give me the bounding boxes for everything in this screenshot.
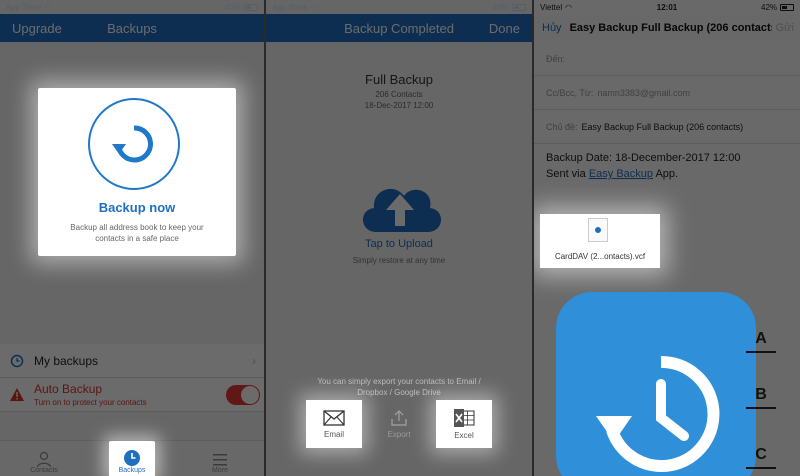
index-letter-a: A <box>746 330 776 353</box>
auto-backup-row: Auto Backup Turn on to protect your cont… <box>0 378 264 412</box>
easy-backup-link[interactable]: Easy Backup <box>589 168 653 180</box>
battery-percent: 43% <box>493 2 510 12</box>
cc-field[interactable]: Cc/Bcc, Từ: namn3383@gmail.com <box>534 76 800 110</box>
status-bar: Viettel ◠ 12:01 42% <box>534 0 800 14</box>
envelope-icon <box>323 409 345 426</box>
battery-percent: 42% <box>761 2 778 12</box>
tap-to-upload[interactable]: Tap to Upload <box>266 238 532 250</box>
battery-icon <box>780 3 795 11</box>
tab-backups-label: Backups <box>118 467 146 474</box>
history-icon <box>10 354 28 368</box>
mail-title: Easy Backup Full Backup (206 contacts) <box>569 22 781 34</box>
sent-via-prefix: Sent via <box>546 168 589 180</box>
auto-backup-subtitle: Turn on to protect your contacts <box>34 398 147 407</box>
email-button[interactable]: Email <box>306 400 362 448</box>
backup-date-line: Backup Date: 18-December-2017 12:00 <box>546 152 741 164</box>
subject-value: Easy Backup Full Backup (206 contacts) <box>581 121 744 132</box>
backup-completed-screen: App Store ◠ 43% Backup Completed Done Ful… <box>266 0 532 476</box>
backup-circle[interactable] <box>88 98 180 190</box>
restore-note: Simply restore at any time <box>352 256 446 265</box>
status-bar: App Store ◠ 43% <box>266 0 532 14</box>
wifi-icon: ◠ <box>310 2 318 12</box>
refresh-icon <box>112 125 153 163</box>
navbar: Upgrade Backups <box>0 14 264 42</box>
to-label: Đến: <box>546 53 566 64</box>
auto-backup-toggle[interactable] <box>226 385 260 405</box>
to-field[interactable]: Đến: <box>534 42 800 76</box>
backups-screen: App Store ◠ 43% Upgrade Backups Backup no… <box>0 0 264 476</box>
my-backups-label: My backups <box>34 353 99 368</box>
clock: 12:01 <box>656 2 678 12</box>
backup-now-card[interactable]: Backup now Backup all address book to ke… <box>38 88 236 256</box>
cc-value: namn3383@gmail.com <box>597 87 691 98</box>
export-note: You can simply export your contacts to E… <box>317 377 481 397</box>
subject-field[interactable]: Chủ đề: Easy Backup Full Backup (206 con… <box>534 110 800 144</box>
index-letter-b: B <box>746 386 776 409</box>
carrier-label: App Store <box>6 2 42 12</box>
person-icon <box>36 451 52 467</box>
sent-via-line: Sent via Easy Backup App. <box>546 166 792 182</box>
tab-bar: Contacts Backups More <box>0 440 264 476</box>
file-icon <box>588 218 608 242</box>
export-icon <box>391 409 407 426</box>
backup-now-label: Backup now <box>98 200 176 215</box>
contacts-count: 206 Contacts <box>375 90 423 99</box>
cc-label: Cc/Bcc, Từ: <box>546 87 594 98</box>
export-button[interactable]: Export <box>371 400 427 448</box>
carrier-label: Viettel <box>540 2 563 12</box>
backup-title: Full Backup <box>365 72 433 87</box>
mail-navbar: Hủy Easy Backup Full Backup (206 contact… <box>534 14 800 42</box>
wifi-icon: ◠ <box>44 2 52 12</box>
stage: App Store ◠ 43% Upgrade Backups Backup no… <box>0 0 800 476</box>
warning-icon <box>10 388 28 401</box>
email-label: Email <box>323 429 344 439</box>
tab-backups[interactable]: Backups <box>88 441 176 476</box>
index-letter-c: C <box>746 446 776 469</box>
tab-contacts[interactable]: Contacts <box>0 441 88 476</box>
menu-icon <box>213 454 227 466</box>
tab-more-label: More <box>212 467 228 474</box>
navbar: Backup Completed Done <box>266 14 532 42</box>
chevron-right-icon: › <box>252 354 256 368</box>
sent-via-suffix: App. <box>653 168 679 180</box>
app-icon-tile <box>556 292 756 476</box>
carrier-label: App Store <box>272 2 308 12</box>
send-button[interactable]: Gửi <box>771 22 794 34</box>
cloud-upload-icon[interactable] <box>354 172 446 236</box>
auto-backup-label: Auto Backup <box>34 382 103 396</box>
tab-contacts-label: Contacts <box>30 467 58 474</box>
history-clock-icon <box>596 355 720 472</box>
backup-list: My backups › Auto Backup Turn on to prot… <box>0 344 264 412</box>
done-button[interactable]: Done <box>489 21 520 36</box>
backup-description: Backup all address book to keep your con… <box>70 223 204 243</box>
tab-more[interactable]: More <box>176 441 264 476</box>
upgrade-button[interactable]: Upgrade <box>12 21 62 36</box>
excel-label: Excel <box>454 430 474 440</box>
export-label: Export <box>387 429 411 439</box>
mail-compose-screen: Viettel ◠ 12:01 42% Hủy Easy Backup Full … <box>534 0 800 476</box>
vcf-attachment[interactable]: CardDAV (2...ontacts).vcf <box>540 214 660 268</box>
cancel-button[interactable]: Hủy <box>542 22 562 34</box>
status-bar: App Store ◠ 43% <box>0 0 264 14</box>
battery-icon <box>512 3 527 11</box>
mail-body[interactable]: Backup Date: 18-December-2017 12:00 Sent… <box>546 150 792 182</box>
attachment-name: CardDAV (2...ontacts).vcf <box>554 252 646 261</box>
wifi-icon: ◠ <box>565 2 573 12</box>
excel-icon <box>454 408 475 427</box>
battery-icon <box>244 3 258 11</box>
subject-label: Chủ đề: <box>546 121 578 132</box>
my-backups-row[interactable]: My backups › <box>0 344 264 378</box>
backup-date: 18-Dec-2017 12:00 <box>364 101 434 110</box>
clock-backup-icon <box>124 450 140 466</box>
excel-button[interactable]: Excel <box>436 400 492 448</box>
battery-percent: 43% <box>224 2 241 12</box>
